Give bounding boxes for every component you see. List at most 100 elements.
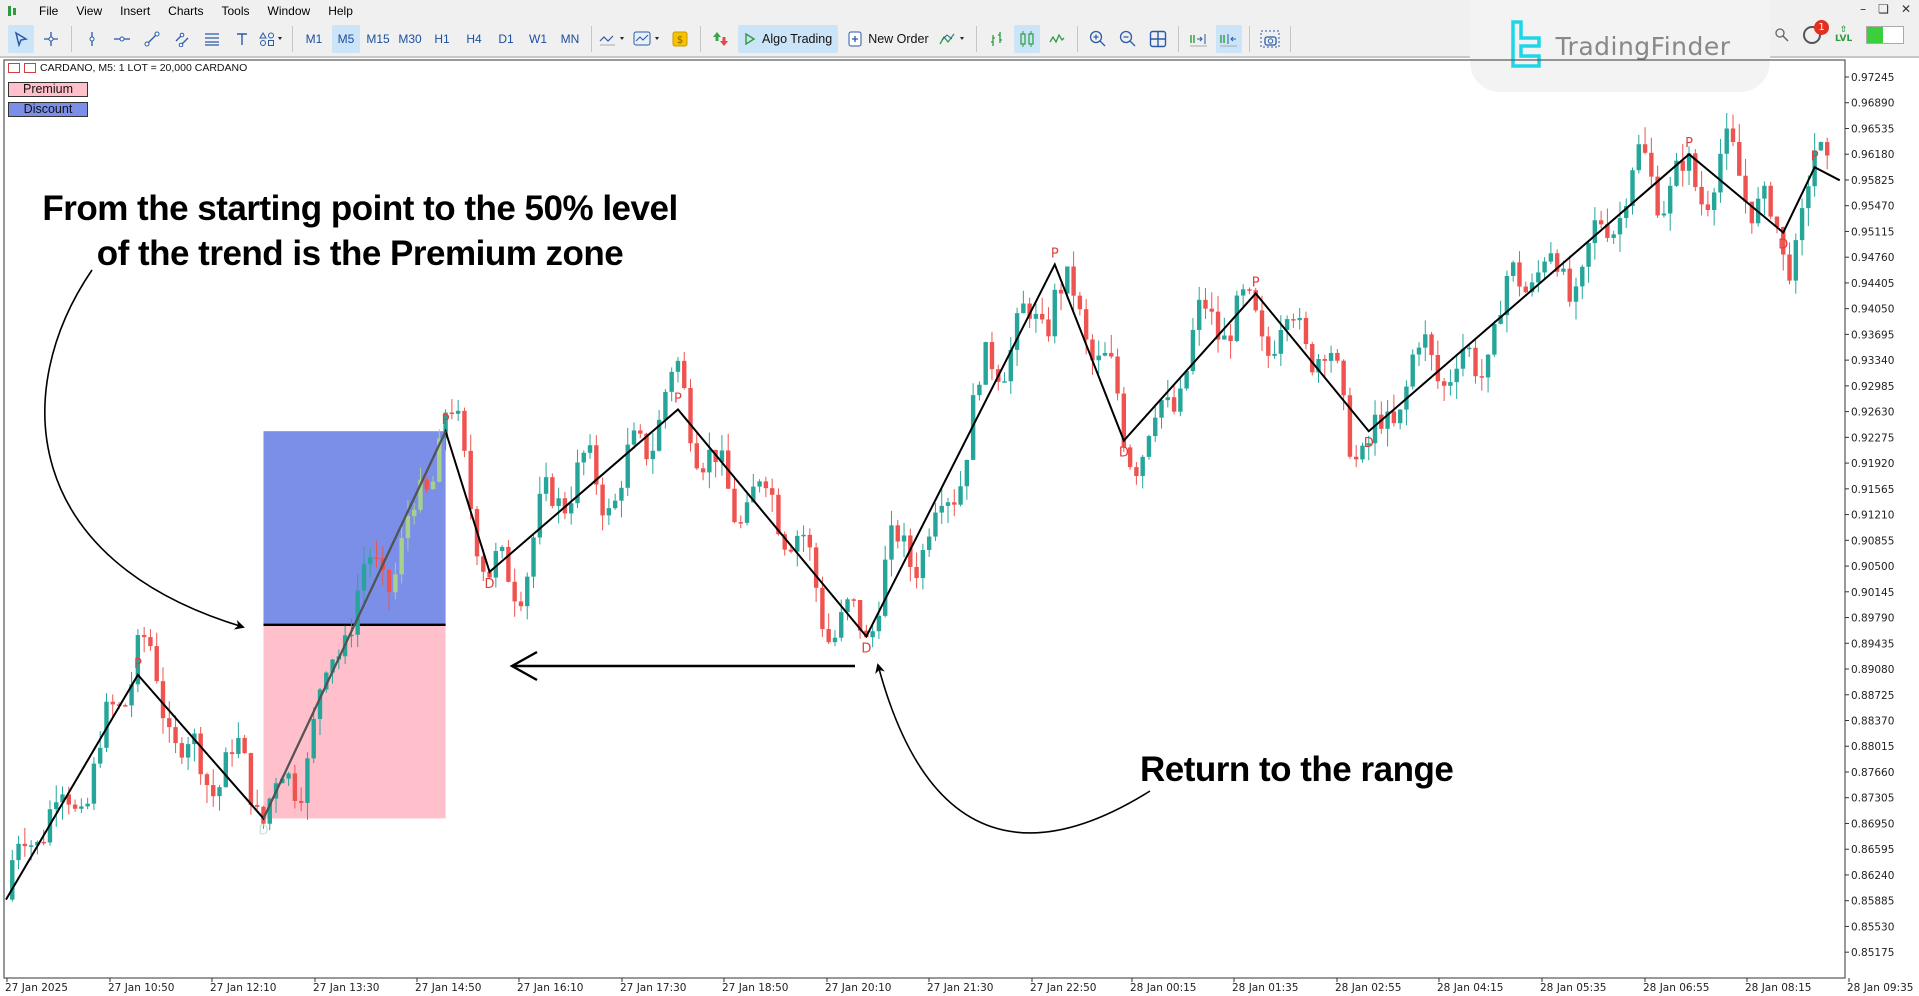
trading-button[interactable]: $ [667, 25, 693, 53]
zoom-in-button[interactable] [1085, 25, 1111, 53]
menu-insert[interactable]: Insert [111, 4, 159, 18]
candle-body [1536, 272, 1541, 283]
candle-body [54, 802, 59, 810]
candle-body [682, 360, 687, 388]
fibonacci-button[interactable] [199, 25, 225, 53]
candle [1322, 354, 1327, 378]
menu-help[interactable]: Help [319, 4, 362, 18]
candle-body [1705, 204, 1711, 210]
text-tool-button[interactable] [229, 25, 255, 53]
restore-icon[interactable]: ❏ [1878, 2, 1889, 16]
candle-body [1410, 354, 1415, 387]
candle-body [1573, 286, 1579, 302]
candle-body [1492, 323, 1497, 355]
minimize-icon[interactable]: – [1860, 2, 1866, 16]
candle-body [1234, 295, 1240, 342]
templates-button[interactable] [633, 25, 663, 53]
candle [958, 471, 963, 507]
trough-label: D [1778, 238, 1788, 253]
buy-sell-button[interactable] [708, 25, 734, 53]
candle [732, 477, 737, 524]
line-chart-button[interactable] [1044, 25, 1070, 53]
candle [412, 503, 417, 525]
new-order-button[interactable]: New Order [842, 25, 934, 53]
candle [964, 459, 970, 500]
candle [1171, 385, 1177, 415]
candle [883, 545, 888, 618]
vertical-line-button[interactable] [79, 25, 105, 53]
candle-body [926, 536, 932, 550]
menu-file[interactable]: File [30, 4, 67, 18]
candle [556, 487, 561, 524]
account-notifications-button[interactable]: 1 [1803, 20, 1829, 44]
candle-body [116, 704, 122, 706]
candle-body [1718, 153, 1723, 193]
candle [707, 432, 712, 489]
candle-body [1781, 226, 1786, 255]
timeframe-m15[interactable]: M15 [364, 25, 392, 53]
candle [16, 835, 21, 870]
menu-view[interactable]: View [67, 4, 111, 18]
candle-body [939, 505, 944, 513]
timeframe-h4[interactable]: H4 [460, 25, 488, 53]
candle-body [1724, 128, 1729, 154]
candle [1335, 348, 1340, 364]
candle-body [1567, 268, 1572, 302]
trendline-button[interactable] [139, 25, 165, 53]
bar-chart-button[interactable] [984, 25, 1010, 53]
search-icon[interactable] [1775, 28, 1789, 42]
menu-charts[interactable]: Charts [159, 4, 212, 18]
menu-window[interactable]: Window [259, 4, 320, 18]
candle-body [801, 534, 806, 537]
shapes-button[interactable] [259, 25, 285, 53]
candle-body [1655, 176, 1660, 216]
candle [1523, 281, 1528, 294]
candle [1272, 340, 1277, 359]
premium-legend-button[interactable]: Premium [8, 82, 88, 97]
timeframe-m1[interactable]: M1 [300, 25, 328, 53]
discount-legend-button[interactable]: Discount [8, 102, 88, 117]
cursor-icon [14, 31, 29, 47]
candle-body [1586, 243, 1591, 267]
candle-body [229, 752, 235, 755]
candle-body [1184, 371, 1189, 389]
timeframe-m5[interactable]: M5 [332, 25, 360, 53]
play-icon [745, 32, 756, 46]
candle [933, 503, 938, 541]
zoom-out-button[interactable] [1115, 25, 1141, 53]
chart-shift-button[interactable] [1215, 25, 1242, 53]
crosshair-tool-button[interactable] [38, 25, 64, 53]
timeframe-h1[interactable]: H1 [428, 25, 456, 53]
price-tick-label: 0.91565 [1851, 484, 1894, 496]
peak-label: P [442, 413, 450, 428]
candle-body [28, 845, 34, 847]
channel-button[interactable] [169, 25, 195, 53]
timeframe-m30[interactable]: M30 [396, 25, 424, 53]
close-icon[interactable]: ✕ [1901, 2, 1911, 16]
candlestick-chart-button[interactable] [1013, 25, 1040, 53]
candle [1366, 435, 1371, 461]
time-axis: 27 Jan 2025 27 Jan 10:50 27 Jan 12:10 27 Ja… [5, 978, 1913, 994]
timeframe-mn[interactable]: MN [556, 25, 584, 53]
indicators-button[interactable] [599, 25, 629, 53]
screenshot-button[interactable] [1257, 25, 1283, 53]
cursor-tool-button[interactable] [8, 25, 34, 53]
auto-scroll-button[interactable] [1186, 25, 1212, 53]
candle [795, 530, 800, 567]
chart-header: CARDANO, M5: 1 LOT = 20,000 CARDANO [8, 62, 247, 74]
candle [1548, 242, 1554, 265]
buy-sell-arrows-icon [713, 32, 728, 46]
tile-windows-button[interactable] [1145, 25, 1171, 53]
candle-body [261, 806, 266, 824]
candle [1222, 317, 1227, 340]
algo-trading-button[interactable]: Algo Trading [738, 25, 839, 53]
signals-button[interactable] [939, 25, 969, 53]
price-tick-label: 0.85530 [1851, 921, 1894, 933]
menu-tools[interactable]: Tools [213, 4, 259, 18]
candle [1372, 400, 1378, 456]
horizontal-line-button[interactable] [109, 25, 135, 53]
candle [185, 736, 191, 771]
timeframe-w1[interactable]: W1 [524, 25, 552, 53]
timeframe-d1[interactable]: D1 [492, 25, 520, 53]
logo-text: TradingFinder [1555, 31, 1731, 61]
